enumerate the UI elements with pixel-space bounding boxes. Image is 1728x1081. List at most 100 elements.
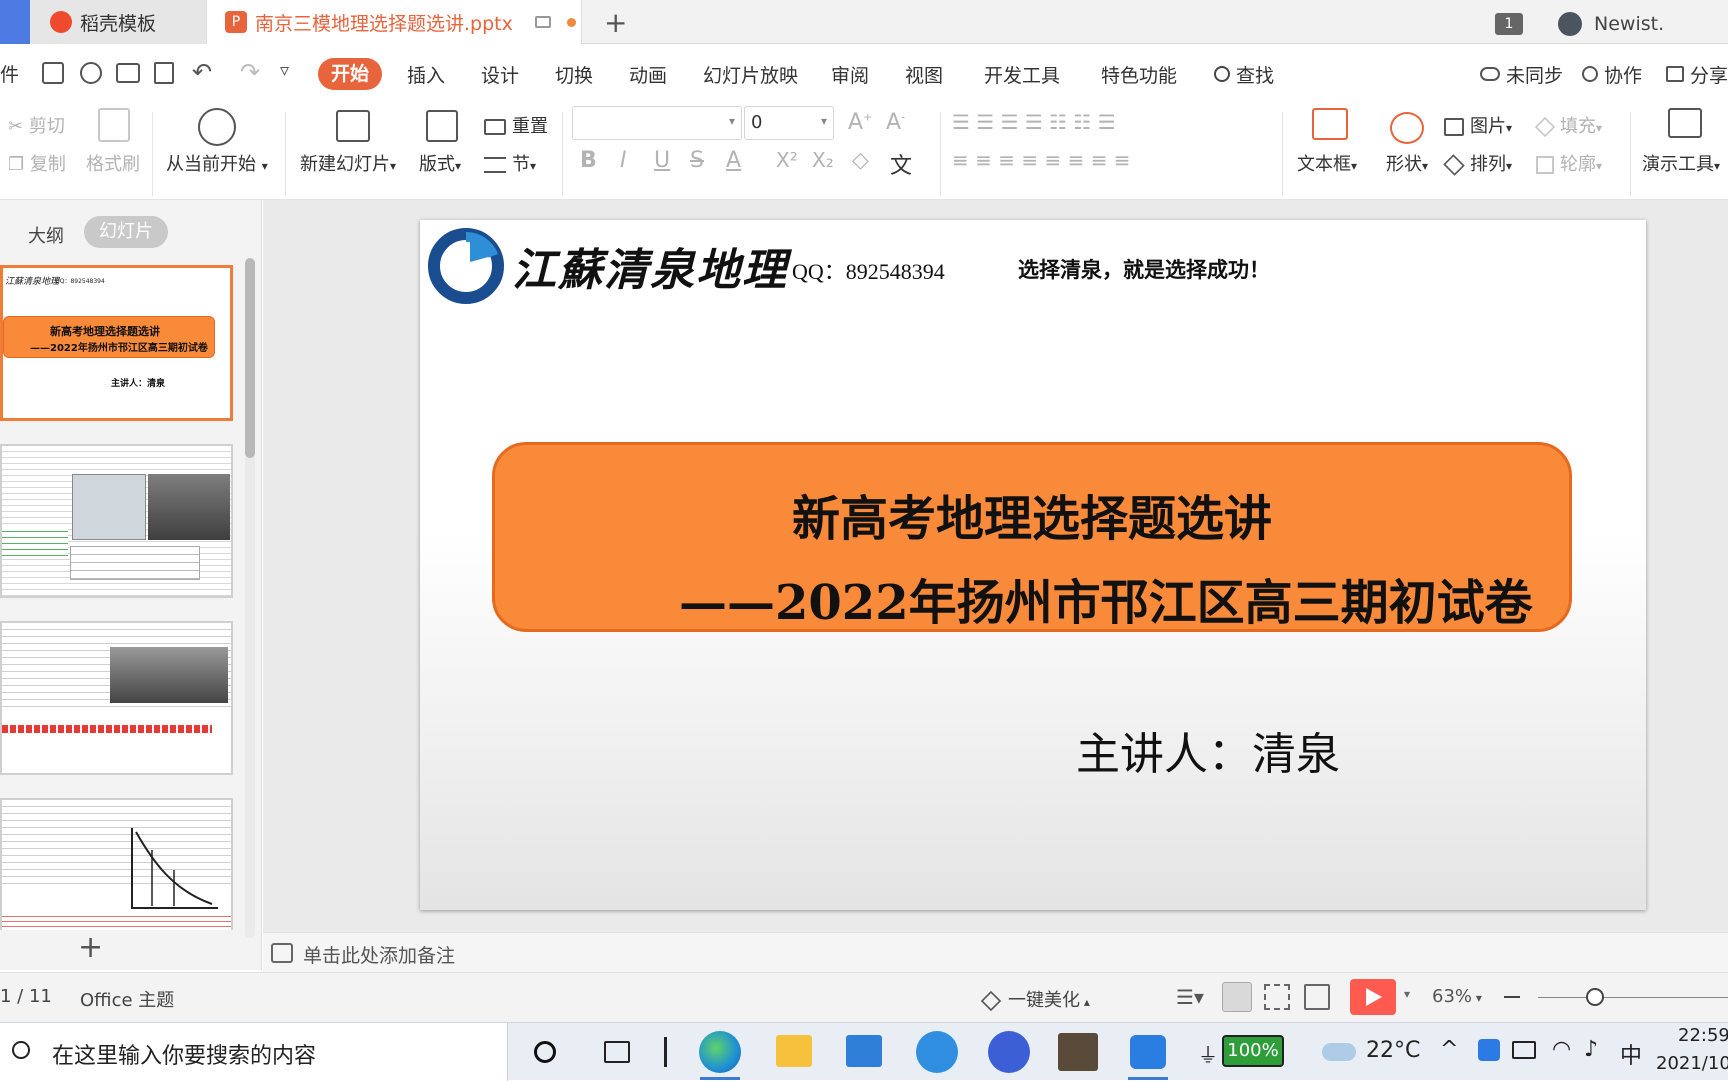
tab-transitions[interactable]: 切换 (555, 44, 593, 104)
tab-current-document[interactable]: P 南京三模地理选择题选讲.pptx (206, 0, 582, 44)
font-family-select[interactable]: ▾ (572, 106, 742, 140)
slide-1[interactable]: 江蘇清泉地理 QQ：892548394 选择清泉，就是选择成功！ 新高考地理选择… (420, 220, 1646, 910)
avatar[interactable] (1558, 12, 1582, 36)
notes-placeholder[interactable]: 单击此处添加备注 (303, 941, 455, 968)
shape-button[interactable]: 形状▾ (1386, 150, 1428, 176)
tab-animations[interactable]: 动画 (629, 44, 667, 104)
notes-toggle-icon[interactable]: ☰▾ (1176, 985, 1204, 1009)
search-button[interactable]: 查找 (1214, 44, 1274, 104)
clear-format-icon[interactable]: ◇ (852, 148, 869, 173)
fill-button[interactable]: 填充▾ (1534, 112, 1602, 138)
battery-tray-icon[interactable] (1512, 1041, 1536, 1059)
edge-icon[interactable] (699, 1031, 741, 1073)
reset-button[interactable]: 重置 (484, 112, 548, 138)
layout-button[interactable]: 版式▾ (419, 150, 461, 176)
tab-insert[interactable]: 插入 (407, 44, 445, 104)
video-thumbnail-icon[interactable] (1058, 1033, 1098, 1071)
tab-view[interactable]: 视图 (905, 44, 943, 104)
phonetic-guide-icon[interactable]: 文 (890, 148, 912, 180)
section-button[interactable]: 节▾ (484, 150, 536, 176)
slide-thumbnail-1[interactable]: 江蘇清泉地理 QQ：892548394 新高考地理选择题选讲 ——2022年扬州… (0, 265, 233, 421)
share-button[interactable]: 分享 (1666, 44, 1728, 104)
slide-thumbnail-2[interactable] (0, 444, 233, 598)
zoom-slider-handle[interactable] (1586, 988, 1604, 1006)
battery-indicator[interactable]: 100% (1222, 1035, 1284, 1067)
normal-view-icon[interactable] (1222, 982, 1252, 1012)
print-preview-icon[interactable] (154, 62, 174, 84)
clock-time[interactable]: 22:59 (1678, 1025, 1728, 1046)
redo-icon[interactable]: ↷ (240, 58, 260, 86)
customize-quick-access-icon[interactable]: ▿ (280, 60, 289, 81)
slide-sorter-icon[interactable] (1264, 984, 1290, 1010)
zoom-slider-track[interactable] (1538, 997, 1728, 998)
input-method-indicator[interactable]: 中 (1620, 1038, 1642, 1070)
presenter-tools-button[interactable]: 演示工具▾ (1642, 150, 1720, 176)
increase-font-icon[interactable]: A+ (848, 110, 872, 135)
cut-button[interactable]: ✂ 剪切 (8, 112, 65, 138)
tab-docer-templates[interactable]: 稻壳模板 (30, 0, 206, 44)
file-explorer-icon[interactable] (776, 1035, 812, 1067)
collaborate-button[interactable]: 协作 (1582, 44, 1642, 104)
tab-outline[interactable]: 大纲 (28, 222, 64, 248)
taskbar-search-box[interactable]: 在这里输入你要搜索的内容 (0, 1023, 508, 1081)
wps-icon[interactable] (1130, 1035, 1166, 1069)
notes-pane[interactable]: 单击此处添加备注 (263, 932, 1728, 972)
monitor-icon[interactable] (534, 16, 551, 28)
sync-status-button[interactable]: 未同步 (1480, 44, 1563, 104)
picture-button[interactable]: 图片▾ (1444, 112, 1512, 138)
thumbnail-scrollbar[interactable] (245, 258, 255, 938)
chevron-up-icon[interactable]: ^ (1440, 1037, 1458, 1062)
undo-icon[interactable]: ↶ (192, 58, 212, 86)
italic-button[interactable]: I (620, 148, 627, 173)
tab-design[interactable]: 设计 (481, 44, 519, 104)
print-icon[interactable] (116, 63, 140, 83)
play-from-current-button[interactable]: 从当前开始 ▾ (166, 150, 268, 176)
power-plug-icon[interactable]: ⏚ (1198, 1039, 1218, 1068)
copy-button[interactable]: ❐ 复制 (8, 150, 66, 176)
tab-slideshow[interactable]: 幻灯片放映 (703, 44, 798, 104)
bullets-icon[interactable]: ☰ ☰ ☰ ☰ ☷ ☷ ☰ (952, 110, 1116, 134)
beautify-button[interactable]: 一键美化 ▴ (980, 986, 1090, 1012)
strikethrough-button[interactable]: S (690, 148, 704, 173)
new-slide-button[interactable]: 新建幻灯片▾ (300, 150, 396, 176)
decrease-font-icon[interactable]: A- (886, 110, 905, 135)
superscript-icon[interactable]: X² (776, 148, 798, 172)
tab-review[interactable]: 审阅 (831, 44, 869, 104)
theme-name[interactable]: Office 主题 (80, 986, 174, 1012)
export-icon[interactable] (80, 62, 102, 84)
browser-e-icon[interactable] (916, 1031, 958, 1073)
new-tab-button[interactable]: + (604, 6, 627, 39)
tab-home[interactable]: 开始 (318, 58, 382, 90)
tab-slides[interactable]: 幻灯片 (84, 216, 168, 248)
weather-temperature[interactable]: 22°C (1366, 1038, 1420, 1063)
font-size-select[interactable]: 0 ▾ (744, 106, 834, 140)
underline-button[interactable]: U (654, 148, 670, 173)
alignment-icons[interactable]: ≡ ≡ ≡ ≡ ≡ ≡ ≡ ≡ (952, 148, 1131, 172)
cortana-icon[interactable] (534, 1041, 556, 1063)
home-tab-stub[interactable] (0, 0, 30, 44)
volume-icon[interactable]: ♪ (1584, 1037, 1598, 1062)
tab-developer[interactable]: 开发工具 (984, 44, 1060, 104)
weather-cloud-icon[interactable] (1322, 1043, 1356, 1061)
scrollbar-thumb[interactable] (245, 258, 255, 458)
reading-view-icon[interactable] (1304, 984, 1330, 1010)
zoom-level[interactable]: 63% ▾ (1432, 986, 1482, 1007)
format-painter-button[interactable]: 格式刷 (86, 150, 140, 176)
textbox-button[interactable]: 文本框▾ (1297, 150, 1357, 176)
font-color-button[interactable]: A (726, 148, 741, 173)
chevron-down-icon[interactable]: ▾ (1404, 987, 1410, 1001)
bold-button[interactable]: B (580, 148, 597, 173)
zoom-out-icon[interactable] (1504, 996, 1520, 998)
bluetooth-icon[interactable] (1478, 1039, 1500, 1061)
l-app-icon[interactable] (988, 1031, 1030, 1073)
save-icon[interactable] (42, 62, 64, 84)
tab-special-features[interactable]: 特色功能 (1101, 44, 1177, 104)
file-menu-cut[interactable]: 件 (0, 60, 19, 87)
task-view-icon[interactable] (604, 1041, 630, 1063)
play-slideshow-button[interactable] (1350, 979, 1396, 1015)
slide-thumbnail-4[interactable] (0, 798, 233, 930)
clock-date[interactable]: 2021/10 (1656, 1053, 1728, 1074)
subscript-icon[interactable]: X₂ (812, 148, 834, 172)
add-slide-button[interactable]: + (78, 930, 103, 965)
window-count-badge[interactable]: 1 (1495, 13, 1523, 35)
